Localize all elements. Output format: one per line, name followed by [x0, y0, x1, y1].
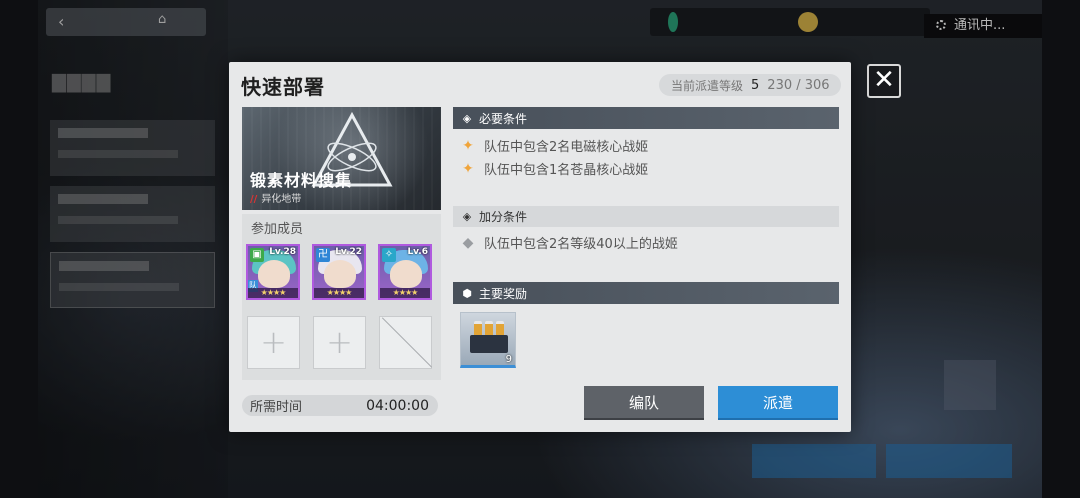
member-level: Lv.28 — [269, 247, 296, 257]
dispatch-xp: 230 / 306 — [767, 77, 830, 93]
reward-quantity: 9 — [505, 354, 512, 365]
element-icon: ✧ — [382, 248, 396, 262]
team-edit-button[interactable]: 编队 — [584, 386, 704, 420]
close-x-icon: ✕ — [873, 65, 895, 95]
condition-row: ✦ 队伍中包含2名电磁核心战姬 — [461, 136, 649, 156]
required-time-value: 04:00:00 — [366, 397, 429, 414]
member-stars: ★★★★ — [314, 288, 364, 298]
rewards-header: ⬢ 主要奖励 — [453, 282, 839, 304]
element-icon: 卍 — [316, 248, 330, 262]
condition-row: ◆ 队伍中包含2名等级40以上的战姬 — [461, 233, 678, 253]
quick-deploy-dialog: 快速部署 当前派遣等级 5 230 / 306 锻素材料搜集 //异化地带 参加… — [229, 62, 851, 432]
mission-region: //异化地带 — [250, 190, 301, 205]
dispatch-level-label: 当前派遣等级 — [671, 78, 744, 93]
member-level: Lv.6 — [407, 247, 428, 257]
required-time: 所需时间 04:00:00 — [242, 395, 438, 416]
close-button[interactable]: ✕ — [867, 64, 901, 98]
empty-member-slot[interactable]: + — [313, 316, 366, 369]
condition-met-icon: ✦ — [462, 137, 474, 154]
bonus-conditions-header: ◈ 加分条件 — [453, 206, 839, 227]
region-marker-icon: // — [250, 194, 258, 205]
required-conditions-title: 必要条件 — [479, 111, 528, 126]
member-card[interactable]: ▣ Lv.28 队 ★★★★ — [246, 244, 300, 300]
member-card[interactable]: 卍 Lv.22 ★★★★ — [312, 244, 366, 300]
condition-text: 队伍中包含2名等级40以上的战姬 — [484, 237, 678, 252]
dialog-title: 快速部署 — [241, 75, 325, 99]
member-level: Lv.22 — [335, 247, 362, 257]
dispatch-button[interactable]: 派遣 — [718, 386, 838, 420]
reward-item[interactable]: 9 — [460, 312, 516, 368]
hexagon-icon: ⬢ — [462, 286, 472, 300]
bonus-conditions-title: 加分条件 — [479, 210, 528, 224]
member-stars: ★★★★ — [248, 288, 298, 298]
member-stars: ★★★★ — [380, 288, 430, 298]
condition-met-icon: ✦ — [462, 160, 474, 177]
empty-member-slot[interactable]: + — [247, 316, 300, 369]
condition-row: ✦ 队伍中包含1名苍晶核心战姬 — [461, 159, 649, 179]
condition-text: 队伍中包含2名电磁核心战姬 — [484, 140, 649, 155]
element-icon: ▣ — [250, 248, 264, 262]
required-time-label: 所需时间 — [250, 400, 303, 415]
material-crate-icon — [470, 335, 508, 353]
member-card[interactable]: ✧ Lv.6 ★★★★ — [378, 244, 432, 300]
condition-text: 队伍中包含1名苍晶核心战姬 — [484, 163, 649, 178]
mission-region-text: 异化地带 — [261, 194, 302, 205]
dispatch-level-pill: 当前派遣等级 5 230 / 306 — [659, 74, 841, 96]
dispatch-level-value: 5 — [751, 77, 760, 93]
members-label: 参加成员 — [251, 222, 304, 237]
condition-unmet-icon: ◆ — [462, 234, 474, 251]
required-conditions-header: ◈ 必要条件 — [453, 107, 839, 129]
diamond-split-icon: ◈ — [462, 111, 472, 125]
mission-card: 锻素材料搜集 //异化地带 — [242, 107, 441, 210]
rewards-title: 主要奖励 — [479, 286, 528, 301]
members-panel: 参加成员 ▣ Lv.28 队 ★★★★ 卍 Lv.22 ★★★★ ✧ Lv.6 … — [242, 214, 441, 380]
mission-name: 锻素材料搜集 — [250, 171, 353, 190]
diamond-split-icon: ◈ — [462, 210, 472, 223]
plus-icon: + — [260, 323, 287, 361]
plus-icon: + — [326, 323, 353, 361]
locked-member-slot — [379, 316, 432, 369]
